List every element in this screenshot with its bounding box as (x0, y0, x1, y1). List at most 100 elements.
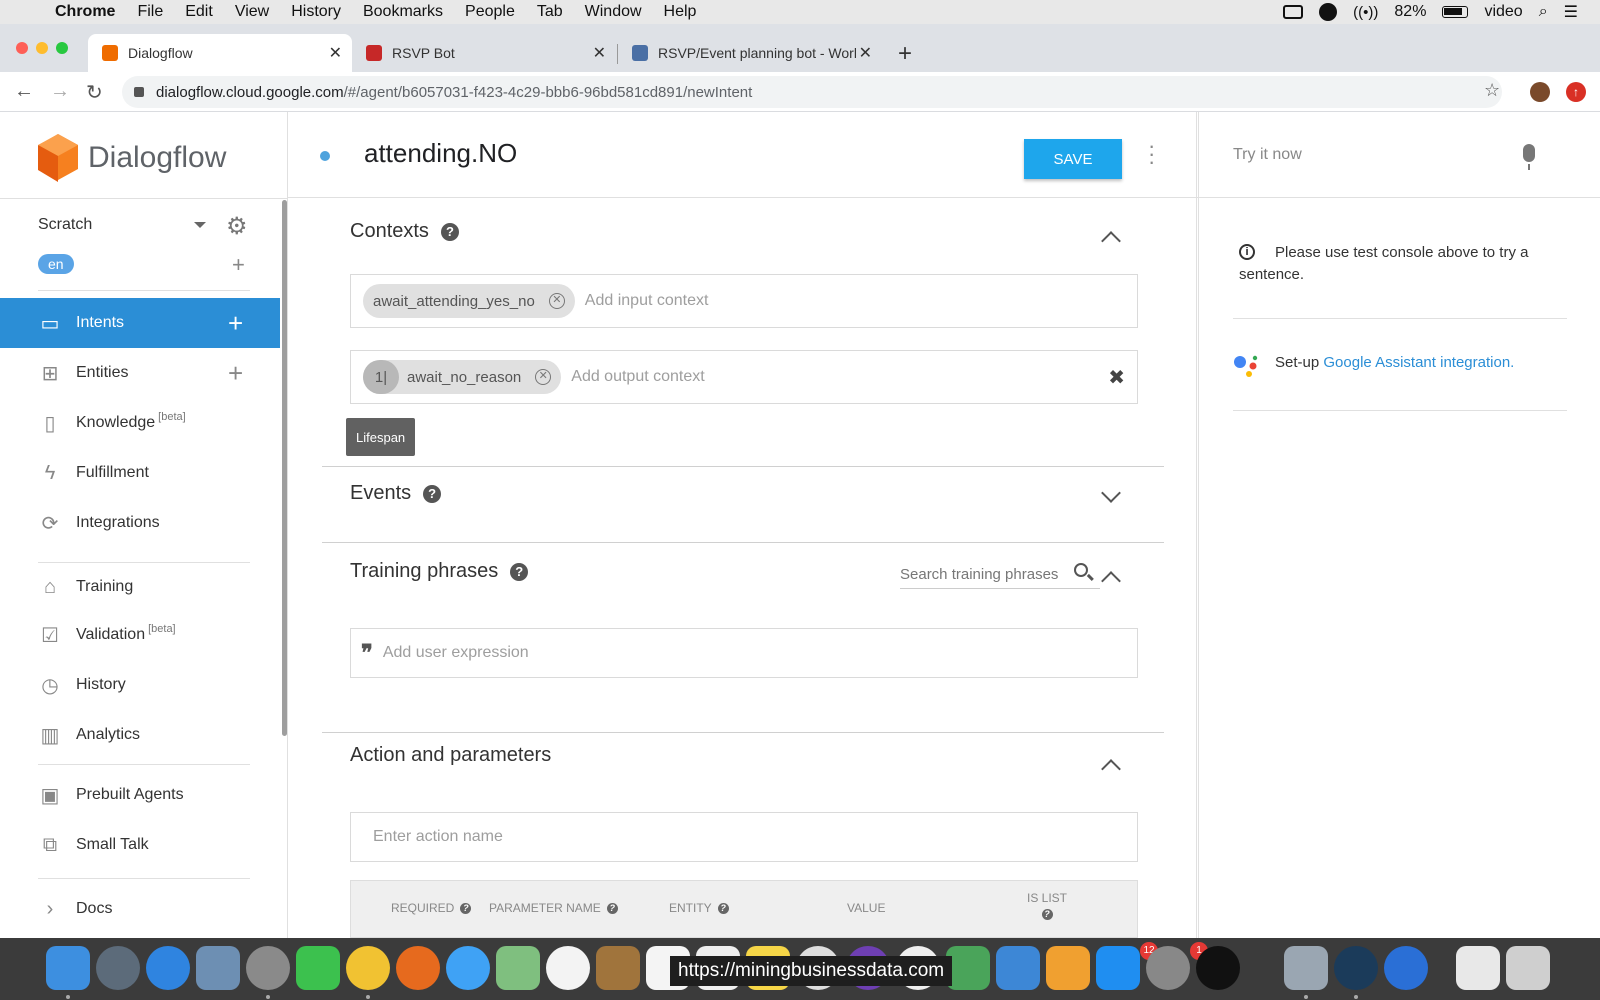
menu-window[interactable]: Window (574, 3, 653, 21)
spotlight-search-icon[interactable]: ⌕ (1539, 3, 1548, 21)
collapse-chevron-icon[interactable] (1101, 231, 1121, 251)
menu-tab[interactable]: Tab (526, 3, 574, 21)
sidebar-item-validation[interactable]: ☑ Validation [beta] (0, 610, 280, 660)
user-name[interactable]: video (1484, 3, 1522, 21)
tab-rsvp-bot[interactable]: RSVP Bot ✕ (352, 34, 618, 72)
context-chip[interactable]: 1| await_no_reason ✕ (363, 360, 562, 394)
intent-name-input[interactable]: attending.NO (364, 138, 517, 169)
bookmark-star-icon[interactable]: ☆ (1484, 80, 1500, 101)
search-training-phrases-input[interactable]: Search training phrases (900, 561, 1100, 589)
safari-icon[interactable] (146, 946, 190, 990)
expand-chevron-icon[interactable] (1101, 483, 1121, 503)
add-language-icon[interactable]: + (232, 252, 245, 278)
apple-tv-icon[interactable] (1196, 946, 1240, 990)
collapse-chevron-icon[interactable] (1101, 571, 1121, 591)
contexts-section-title[interactable]: Contexts ? (350, 220, 459, 243)
menu-edit[interactable]: Edit (174, 3, 224, 21)
app-store-icon[interactable] (1096, 946, 1140, 990)
add-intent-icon[interactable]: + (228, 308, 243, 339)
screenflow-icon[interactable] (1284, 946, 1328, 990)
wifi-icon[interactable]: ((•)) (1353, 4, 1378, 21)
help-icon[interactable]: ? (606, 902, 618, 914)
address-bar[interactable]: dialogflow.cloud.google.com/#/agent/b605… (122, 76, 1502, 108)
action-name-input[interactable]: Enter action name (350, 812, 1138, 862)
remove-chip-icon[interactable]: ✕ (548, 293, 565, 309)
action-parameters-section-title[interactable]: Action and parameters (350, 744, 551, 767)
firefox-icon[interactable] (396, 946, 440, 990)
sidebar-item-prebuilt-agents[interactable]: ▣ Prebuilt Agents (0, 770, 280, 820)
menu-bookmarks[interactable]: Bookmarks (352, 3, 454, 21)
input-context-field[interactable]: await_attending_yes_no ✕ Add input conte… (350, 274, 1138, 328)
clear-contexts-icon[interactable]: ✖ (1108, 365, 1125, 390)
help-icon[interactable]: ? (440, 222, 459, 241)
photo-booth-icon[interactable] (246, 946, 290, 990)
help-icon[interactable]: ? (510, 562, 529, 581)
preview-icon[interactable] (196, 946, 240, 990)
sidebar-item-analytics[interactable]: ▥ Analytics (0, 710, 280, 760)
new-tab-icon[interactable]: + (898, 40, 912, 68)
maps-icon[interactable] (496, 946, 540, 990)
microphone-icon[interactable] (1523, 144, 1535, 170)
lifespan-input[interactable]: 1| (363, 360, 399, 394)
help-icon[interactable]: ? (717, 902, 729, 914)
language-badge[interactable]: en (38, 254, 74, 274)
help-icon[interactable]: ? (460, 902, 472, 914)
menu-app-chrome[interactable]: Chrome (44, 3, 126, 21)
zip-file-icon[interactable] (1456, 946, 1500, 990)
finder-icon[interactable] (46, 946, 90, 990)
photos-icon[interactable] (546, 946, 590, 990)
priority-dot-icon[interactable] (320, 151, 330, 161)
more-options-icon[interactable]: · · · (1148, 135, 1155, 173)
window-zoom-icon[interactable] (56, 42, 68, 54)
contacts-icon[interactable] (596, 946, 640, 990)
user-expression-input[interactable]: ❞ Add user expression (350, 628, 1138, 678)
events-section-title[interactable]: Events ? (350, 482, 442, 505)
tab-close-icon[interactable]: ✕ (329, 43, 342, 63)
quicktime-icon[interactable] (1334, 946, 1378, 990)
menu-view[interactable]: View (224, 3, 280, 21)
lock-icon[interactable] (134, 87, 144, 97)
menu-people[interactable]: People (454, 3, 526, 21)
sidebar-item-docs[interactable]: › Docs (0, 884, 280, 934)
bolt-app-icon[interactable] (1384, 946, 1428, 990)
output-context-field[interactable]: 1| await_no_reason ✕ Add output context … (350, 350, 1138, 404)
sidebar-item-history[interactable]: ◷ History (0, 660, 280, 710)
numbers-icon[interactable] (946, 946, 990, 990)
dialogflow-logo[interactable]: Dialogflow (38, 134, 226, 182)
sidebar-item-small-talk[interactable]: ⧉ Small Talk (0, 820, 280, 870)
menu-history[interactable]: History (280, 3, 352, 21)
agent-selector[interactable]: Scratch (38, 216, 92, 234)
sidebar-item-training[interactable]: ⌂ Training (0, 562, 280, 612)
try-it-now-input[interactable]: Try it now (1199, 112, 1600, 198)
dropdown-caret-icon[interactable] (194, 222, 206, 228)
remove-chip-icon[interactable]: ✕ (535, 369, 552, 385)
launchpad-icon[interactable] (96, 946, 140, 990)
tab-close-icon[interactable]: ✕ (859, 43, 872, 63)
menu-help[interactable]: Help (653, 3, 708, 21)
context-chip[interactable]: await_attending_yes_no ✕ (363, 284, 575, 318)
gear-icon[interactable]: ⚙ (226, 212, 248, 241)
window-close-icon[interactable] (16, 42, 28, 54)
back-arrow-icon[interactable]: ← (14, 80, 34, 103)
notification-center-icon[interactable]: ☰ (1564, 2, 1578, 22)
chrome-update-icon[interactable]: ↑ (1566, 82, 1586, 102)
battery-icon[interactable] (1442, 6, 1469, 18)
add-entity-icon[interactable]: + (228, 358, 243, 389)
sidebar-item-intents[interactable]: ▭ Intents + (0, 298, 280, 348)
save-button[interactable]: SAVE (1024, 139, 1122, 179)
sidebar-item-fulfillment[interactable]: ϟ Fulfillment (0, 448, 280, 498)
window-minimize-icon[interactable] (36, 42, 48, 54)
search-icon[interactable] (1074, 563, 1088, 577)
pages-icon[interactable] (1046, 946, 1090, 990)
facetime-icon[interactable] (296, 946, 340, 990)
trash-icon[interactable] (1506, 946, 1550, 990)
keynote-icon[interactable] (996, 946, 1040, 990)
sidebar-item-integrations[interactable]: ⟳ Integrations (0, 498, 280, 548)
messages-icon[interactable] (446, 946, 490, 990)
forward-arrow-icon[interactable]: → (50, 80, 70, 103)
tab-rsvp-planning[interactable]: RSVP/Event planning bot - Work ✕ (618, 34, 882, 72)
tab-dialogflow[interactable]: Dialogflow ✕ (88, 34, 352, 72)
system-preferences-icon[interactable] (1146, 946, 1190, 990)
profile-avatar[interactable] (1530, 82, 1550, 102)
sidebar-item-entities[interactable]: ⊞ Entities + (0, 348, 280, 398)
